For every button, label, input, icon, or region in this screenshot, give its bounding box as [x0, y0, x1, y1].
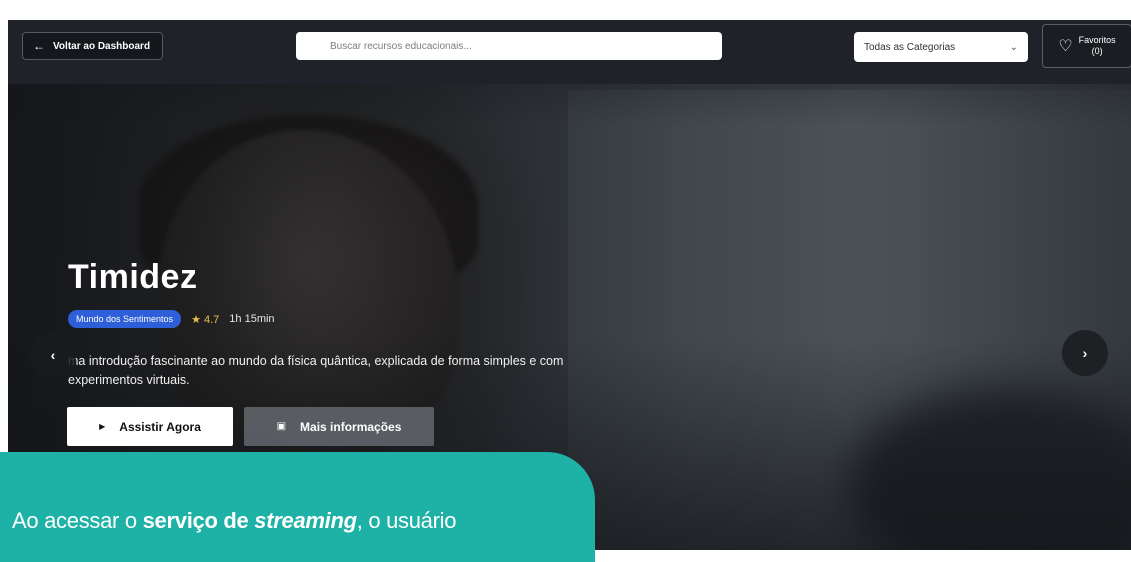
chevron-right-icon: ›: [1082, 345, 1088, 361]
duration: 1h 15min: [229, 313, 275, 325]
more-info-button[interactable]: ▣ Mais informações: [244, 407, 434, 446]
carousel-prev-button[interactable]: ‹: [30, 332, 76, 378]
caption-bold: serviço de: [142, 508, 255, 533]
favorites-button[interactable]: ♡ Favoritos (0): [1042, 24, 1131, 68]
chevron-down-icon: ⌄: [1009, 41, 1018, 53]
watch-now-label: Assistir Agora: [119, 419, 201, 434]
chevron-left-icon: ‹: [50, 347, 56, 363]
hero-title: Timidez: [68, 258, 198, 296]
back-to-dashboard-button[interactable]: ← Voltar ao Dashboard: [22, 32, 164, 60]
hero-meta: Mundo dos Sentimentos ★ 4.7 1h 15min: [68, 310, 275, 328]
category-select-value: Todas as Categorias: [864, 41, 956, 53]
caption-part-2: , o usuário: [356, 508, 457, 533]
rating: ★ 4.7: [191, 313, 219, 326]
star-icon: ★: [191, 313, 201, 326]
favorites-count: (0): [1091, 46, 1103, 56]
category-select[interactable]: Todas as Categorias ⌄: [854, 32, 1028, 62]
more-info-label: Mais informações: [300, 419, 402, 434]
favorites-label: Favoritos: [1078, 35, 1116, 45]
watch-now-button[interactable]: ▶ Assistir Agora: [67, 407, 233, 446]
rating-value: 4.7: [204, 313, 220, 326]
document-icon: ▣: [276, 421, 287, 432]
heart-icon: ♡: [1058, 38, 1073, 55]
carousel-next-button[interactable]: ›: [1062, 330, 1108, 376]
hero-description: ma introdução fascinante ao mundo da fís…: [68, 354, 564, 387]
top-navigation-bar: ← Voltar ao Dashboard Todas as Categoria…: [8, 20, 1131, 84]
back-button-label: Voltar ao Dashboard: [53, 40, 151, 52]
arrow-left-icon: ←: [33, 39, 45, 53]
caption-panel: [0, 452, 595, 562]
search-input[interactable]: [296, 32, 722, 60]
caption-bold-italic: streaming: [254, 508, 357, 533]
favorites-label-group: Favoritos (0): [1079, 35, 1116, 57]
caption-text: Ao acessar o serviço de streaming, o usu…: [12, 508, 456, 534]
caption-part-1: Ao acessar o: [12, 508, 143, 533]
category-badge[interactable]: Mundo dos Sentimentos: [68, 310, 182, 328]
play-icon: ▶: [99, 422, 106, 431]
